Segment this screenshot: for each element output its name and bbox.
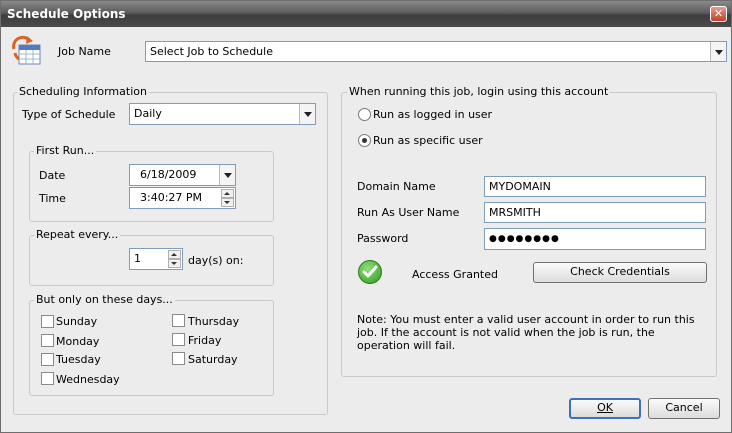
monday-checkbox[interactable] — [41, 334, 54, 347]
run-as-specific-user-label[interactable]: Run as specific user — [373, 134, 483, 147]
access-status-label: Access Granted — [412, 268, 498, 281]
chevron-down-icon[interactable] — [710, 42, 726, 61]
close-icon: ✕ — [713, 7, 724, 20]
password-input[interactable]: ●●●●●●●● — [484, 228, 706, 250]
days-title: But only on these days... — [34, 293, 175, 306]
checkmark-icon — [362, 265, 378, 278]
sunday-label[interactable]: Sunday — [56, 315, 97, 328]
spin-down-icon[interactable] — [221, 198, 234, 207]
run-as-logged-in-label[interactable]: Run as logged in user — [373, 108, 492, 121]
ok-button[interactable]: OK — [569, 398, 641, 419]
cancel-button[interactable]: Cancel — [648, 398, 720, 419]
repeat-interval-input[interactable]: 1 — [129, 248, 183, 270]
job-name-combobox[interactable]: Select Job to Schedule — [145, 41, 727, 62]
repeat-interval-value: 1 — [134, 252, 141, 265]
title-bar: Schedule Options ✕ — [1, 1, 731, 27]
monday-label[interactable]: Monday — [56, 335, 99, 348]
friday-checkbox[interactable] — [172, 333, 185, 346]
spin-up-icon[interactable] — [221, 189, 234, 198]
check-credentials-button[interactable]: Check Credentials — [533, 262, 707, 283]
check-credentials-label: Check Credentials — [570, 265, 670, 278]
thursday-checkbox[interactable] — [172, 314, 185, 327]
schedule-icon — [12, 35, 41, 65]
domain-name-label: Domain Name — [357, 180, 436, 193]
date-label: Date — [39, 169, 66, 182]
domain-name-value: MYDOMAIN — [489, 180, 551, 193]
thursday-label[interactable]: Thursday — [188, 315, 239, 328]
sunday-checkbox[interactable] — [41, 315, 54, 328]
password-value: ●●●●●●●● — [489, 234, 560, 244]
type-of-schedule-label: Type of Schedule — [22, 108, 116, 121]
access-granted-icon — [358, 260, 382, 284]
wednesday-checkbox[interactable] — [41, 372, 54, 385]
cancel-label: Cancel — [665, 401, 703, 414]
run-as-user-name-label: Run As User Name — [357, 206, 460, 219]
time-picker[interactable]: 3:40:27 PM — [129, 187, 236, 209]
ok-label: OK — [597, 401, 613, 414]
job-name-label: Job Name — [58, 45, 111, 58]
run-as-user-name-value: MRSMITH — [489, 206, 541, 219]
wednesday-label[interactable]: Wednesday — [56, 373, 120, 386]
account-note: Note: You must enter a valid user accoun… — [357, 313, 695, 352]
type-of-schedule-combobox[interactable]: Daily — [129, 103, 316, 125]
schedule-options-dialog: Schedule Options ✕ Job Name Select Job t… — [0, 0, 732, 433]
saturday-label[interactable]: Saturday — [188, 353, 238, 366]
chevron-down-icon[interactable] — [299, 104, 315, 124]
chevron-down-icon[interactable] — [219, 165, 235, 185]
saturday-checkbox[interactable] — [172, 352, 185, 365]
repeat-suffix-label: day(s) on: — [188, 254, 244, 267]
job-name-value: Select Job to Schedule — [150, 45, 273, 58]
date-picker[interactable]: 6/18/2009 — [129, 164, 236, 186]
domain-name-input[interactable]: MYDOMAIN — [484, 176, 706, 197]
date-value: 6/18/2009 — [140, 168, 197, 181]
tuesday-checkbox[interactable] — [41, 353, 54, 366]
run-as-user-name-input[interactable]: MRSMITH — [484, 202, 706, 223]
repeat-interval-spinner[interactable] — [168, 250, 181, 268]
run-as-specific-user-radio[interactable] — [358, 134, 371, 147]
window-title: Schedule Options — [7, 7, 126, 21]
type-of-schedule-value: Daily — [134, 107, 162, 120]
repeat-every-title: Repeat every... — [34, 228, 121, 241]
time-label: Time — [39, 192, 66, 205]
close-button[interactable]: ✕ — [710, 6, 727, 22]
time-spinner[interactable] — [221, 189, 234, 207]
run-as-logged-in-radio[interactable] — [358, 108, 371, 121]
password-label: Password — [357, 232, 409, 245]
login-account-title: When running this job, login using this … — [347, 85, 611, 98]
tuesday-label[interactable]: Tuesday — [56, 353, 101, 366]
scheduling-information-title: Scheduling Information — [17, 85, 149, 98]
friday-label[interactable]: Friday — [188, 334, 221, 347]
spin-up-icon[interactable] — [168, 250, 181, 259]
time-value: 3:40:27 PM — [140, 191, 203, 204]
first-run-title: First Run... — [34, 144, 97, 157]
spin-down-icon[interactable] — [168, 259, 181, 268]
